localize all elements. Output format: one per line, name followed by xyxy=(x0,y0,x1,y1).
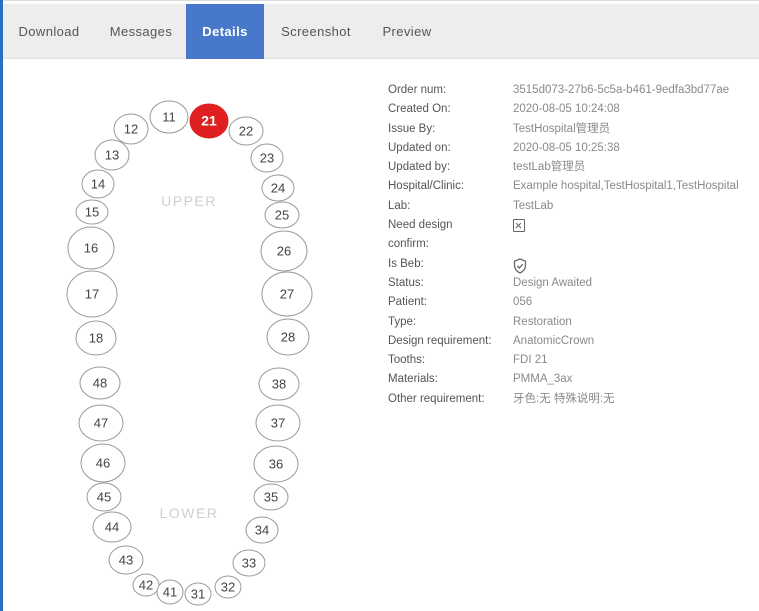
tooths-label: Tooths: xyxy=(388,354,426,367)
tooth-36[interactable]: 36 xyxy=(253,445,299,483)
tooth-25[interactable]: 25 xyxy=(264,201,300,229)
unchecked-box-icon xyxy=(513,219,525,233)
patient-value: 056 xyxy=(513,296,533,309)
design-requirement-value: AnatomicCrown xyxy=(513,334,595,347)
tooth-number: 25 xyxy=(275,208,289,223)
patient-label: Patient: xyxy=(388,296,427,309)
tooth-22[interactable]: 22 xyxy=(228,116,264,146)
tooth-number: 22 xyxy=(239,124,253,139)
tooth-32[interactable]: 32 xyxy=(214,575,242,599)
tooth-11[interactable]: 11 xyxy=(149,100,189,134)
tooth-number: 47 xyxy=(94,416,108,431)
updated-by-label: Updated by: xyxy=(388,161,451,174)
tooth-number: 38 xyxy=(272,377,286,392)
tooth-number: 46 xyxy=(96,456,110,471)
tooth-47[interactable]: 47 xyxy=(78,404,124,442)
tooth-17[interactable]: 17 xyxy=(66,270,118,318)
tooth-14[interactable]: 14 xyxy=(81,169,115,199)
tooths-value: FDI 21 xyxy=(513,354,548,367)
tooth-21[interactable]: 21 xyxy=(189,103,229,139)
updated-on-value: 2020-08-05 10:25:38 xyxy=(513,141,620,154)
order-num-label: Order num: xyxy=(388,84,447,96)
need-design-confirm-value xyxy=(513,216,525,236)
tooth-34[interactable]: 34 xyxy=(245,516,279,544)
tooth-12[interactable]: 12 xyxy=(113,113,149,145)
tooth-41[interactable]: 41 xyxy=(156,579,184,605)
lab-label: Lab: xyxy=(388,199,411,212)
tooth-number: 37 xyxy=(271,416,285,431)
tooth-number: 14 xyxy=(91,177,105,192)
tooth-number: 26 xyxy=(277,244,291,259)
status-value: Design Awaited xyxy=(513,276,593,289)
tooth-number: 42 xyxy=(139,578,153,593)
upper-jaw-label: UPPER xyxy=(161,193,217,209)
tooth-number: 41 xyxy=(163,585,177,600)
tooth-37[interactable]: 37 xyxy=(255,404,301,442)
tooth-44[interactable]: 44 xyxy=(92,511,132,543)
tooth-38[interactable]: 38 xyxy=(258,367,300,401)
tooth-number: 16 xyxy=(84,241,98,256)
created-on-value: 2020-08-05 10:24:08 xyxy=(513,103,620,116)
tooth-number: 45 xyxy=(97,490,111,505)
tooth-43[interactable]: 43 xyxy=(108,545,144,575)
shield-check-icon xyxy=(513,257,527,274)
tooth-35[interactable]: 35 xyxy=(253,483,289,511)
tooth-number: 33 xyxy=(242,556,256,571)
created-on-label: Created On: xyxy=(388,103,451,116)
tooth-18[interactable]: 18 xyxy=(75,320,117,356)
tooth-number: 35 xyxy=(264,490,278,505)
tooth-45[interactable]: 45 xyxy=(86,482,122,512)
tooth-31[interactable]: 31 xyxy=(184,582,212,606)
tooth-number: 48 xyxy=(93,376,107,391)
materials-label: Materials: xyxy=(388,373,438,386)
lower-jaw-label: LOWER xyxy=(160,505,219,521)
lab-value: TestLab xyxy=(513,199,554,212)
hospital-label: Hospital/Clinic: xyxy=(388,180,465,193)
materials-value: PMMA_3ax xyxy=(513,373,573,386)
tooth-number: 43 xyxy=(119,553,133,568)
tooth-number: 15 xyxy=(85,205,99,220)
need-design-confirm-label: Need design confirm: xyxy=(388,219,453,251)
tooth-number: 18 xyxy=(89,331,103,346)
tooth-number: 12 xyxy=(124,122,138,137)
tooth-24[interactable]: 24 xyxy=(261,174,295,202)
tooth-15[interactable]: 15 xyxy=(75,199,109,225)
tooth-number: 31 xyxy=(191,587,205,602)
is-beb-label: Is Beb: xyxy=(388,257,424,270)
issue-by-value: TestHospital管理员 xyxy=(513,122,611,135)
tooth-number: 21 xyxy=(201,113,217,129)
tooth-number: 32 xyxy=(221,580,235,595)
tooth-28[interactable]: 28 xyxy=(266,318,310,356)
tooth-16[interactable]: 16 xyxy=(67,226,115,270)
tooth-number: 11 xyxy=(162,110,176,125)
other-requirement-label: Other requirement: xyxy=(388,392,485,405)
tooth-number: 28 xyxy=(281,330,295,345)
tooth-13[interactable]: 13 xyxy=(94,139,130,171)
tooth-number: 23 xyxy=(260,151,274,166)
tooth-23[interactable]: 23 xyxy=(250,143,284,173)
tooth-number: 44 xyxy=(105,520,119,535)
type-value: Restoration xyxy=(513,315,572,328)
tooth-42[interactable]: 42 xyxy=(132,573,160,597)
updated-on-label: Updated on: xyxy=(388,141,451,154)
tooth-48[interactable]: 48 xyxy=(79,366,121,400)
tooth-number: 24 xyxy=(271,181,285,196)
tooth-number: 27 xyxy=(280,287,294,302)
tooth-26[interactable]: 26 xyxy=(260,230,308,272)
tooth-number: 34 xyxy=(255,523,269,538)
tooth-46[interactable]: 46 xyxy=(80,443,126,483)
issue-by-label: Issue By: xyxy=(388,122,436,135)
type-label: Type: xyxy=(388,315,417,328)
tooth-27[interactable]: 27 xyxy=(261,271,313,317)
tooth-number: 17 xyxy=(85,287,99,302)
design-requirement-label: Design requirement: xyxy=(388,334,492,347)
status-label: Status: xyxy=(388,276,424,289)
tooth-33[interactable]: 33 xyxy=(232,549,266,577)
updated-by-value: testLab管理员 xyxy=(513,161,586,174)
hospital-value: Example hospital,TestHospital1,TestHospi… xyxy=(513,180,739,193)
tooth-number: 36 xyxy=(269,457,283,472)
other-requirement-value: 牙色:无 特殊说明:无 xyxy=(513,392,615,405)
tooth-number: 13 xyxy=(105,148,119,163)
order-num-value: 3515d073-27b6-5c5a-b461-9edfa3bd77ae xyxy=(513,84,730,96)
